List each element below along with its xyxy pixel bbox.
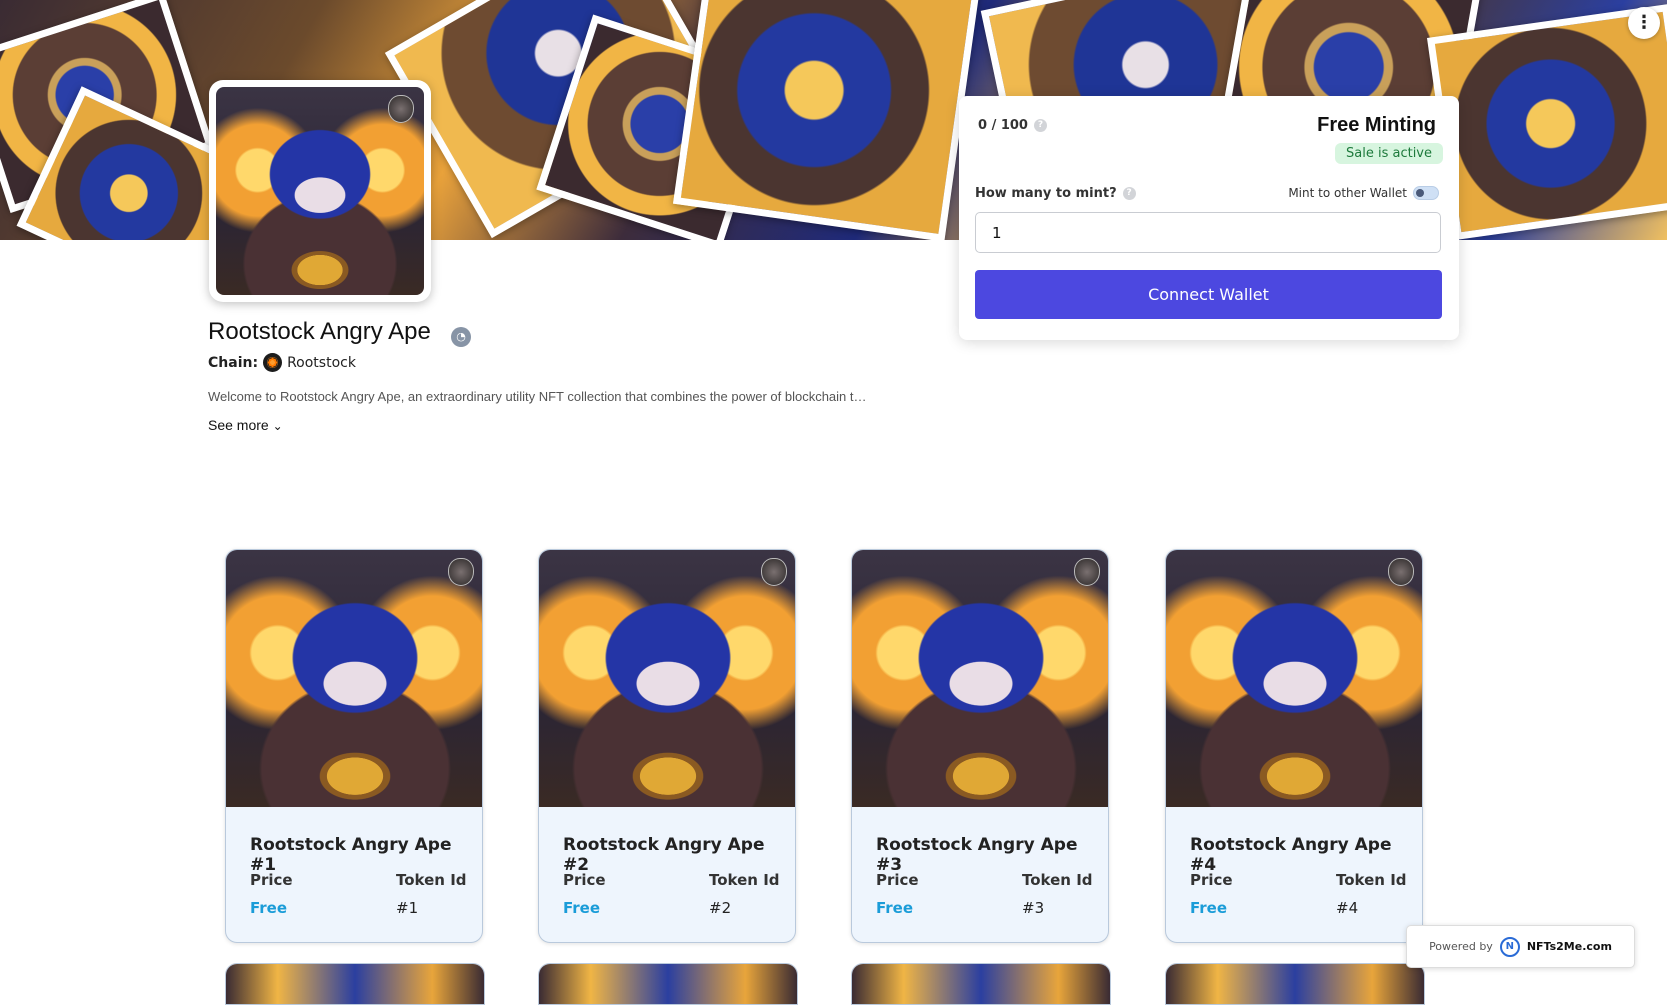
token-id-value: #1: [396, 899, 419, 917]
token-id-value: #4: [1336, 899, 1359, 917]
shield-badge-icon: [1074, 558, 1100, 586]
help-icon[interactable]: ?: [1122, 187, 1136, 200]
nft-image: [226, 964, 484, 1004]
token-id-label: Token Id: [1022, 871, 1093, 889]
rootstock-icon: [263, 353, 283, 372]
other-wallet-toggle[interactable]: [1413, 186, 1439, 200]
mint-to-other-wallet: Mint to other Wallet: [1288, 186, 1439, 200]
chevron-down-icon: ⌄: [272, 419, 283, 433]
quantity-input[interactable]: [975, 212, 1441, 253]
powered-by-badge[interactable]: Powered by N NFTs2Me.com: [1406, 925, 1635, 968]
connect-wallet-button[interactable]: Connect Wallet: [975, 270, 1442, 319]
nft-image: [226, 550, 482, 807]
nft-image: [1166, 964, 1424, 1004]
nft-card[interactable]: Rootstock Angry Ape #2 Price Token Id Fr…: [538, 549, 796, 943]
mint-panel: 0 / 100? Free Minting Sale is active How…: [959, 96, 1459, 340]
price-label: Price: [876, 871, 919, 889]
nft-card[interactable]: [1165, 963, 1425, 1005]
verified-stats-icon[interactable]: ◔: [451, 327, 471, 347]
shield-badge-icon: [388, 95, 414, 123]
price-label: Price: [1190, 871, 1233, 889]
see-more-link[interactable]: See more ⌄: [208, 417, 283, 433]
price-label: Price: [563, 871, 606, 889]
collection-description: Welcome to Rootstock Angry Ape, an extra…: [208, 389, 867, 404]
token-id-value: #2: [709, 899, 732, 917]
nft-card[interactable]: [538, 963, 798, 1005]
nft-card[interactable]: Rootstock Angry Ape #1 Price Token Id Fr…: [225, 549, 483, 943]
help-icon[interactable]: ?: [1033, 119, 1047, 132]
chain-label: Chain:: [208, 354, 259, 371]
shield-badge-icon: [761, 558, 787, 586]
price-value: Free: [876, 899, 914, 917]
price-value: Free: [250, 899, 288, 917]
chain-info: Chain: Rootstock: [208, 353, 356, 372]
token-id-label: Token Id: [1336, 871, 1407, 889]
nft-image: [539, 964, 797, 1004]
token-id-label: Token Id: [396, 871, 467, 889]
nft-name: Rootstock Angry Ape #4: [1190, 835, 1392, 875]
collection-avatar: [209, 80, 431, 302]
avatar-image: [216, 87, 424, 295]
nft-card[interactable]: Rootstock Angry Ape #3 Price Token Id Fr…: [851, 549, 1109, 943]
sale-status-badge: Sale is active: [1335, 143, 1443, 164]
chain-name: Rootstock: [287, 354, 356, 371]
supply-value: 0 / 100: [978, 118, 1028, 133]
more-vertical-icon: ⋮: [1635, 12, 1653, 33]
nft-card[interactable]: Rootstock Angry Ape #4 Price Token Id Fr…: [1165, 549, 1423, 943]
nft-card[interactable]: [851, 963, 1111, 1005]
mint-type-title: Free Minting: [1317, 114, 1436, 136]
token-id-value: #3: [1022, 899, 1045, 917]
other-wallet-label: Mint to other Wallet: [1288, 186, 1407, 200]
nft-name: Rootstock Angry Ape #2: [563, 835, 765, 875]
price-value: Free: [563, 899, 601, 917]
brand-name: NFTs2Me.com: [1526, 940, 1612, 953]
collection-title: Rootstock Angry Ape: [208, 318, 431, 345]
nft-name: Rootstock Angry Ape #3: [876, 835, 1078, 875]
supply-counter: 0 / 100?: [978, 118, 1047, 133]
nft-image: [852, 964, 1110, 1004]
nft-card[interactable]: [225, 963, 485, 1005]
nft-image: [1166, 550, 1422, 807]
price-value: Free: [1190, 899, 1228, 917]
token-id-label: Token Id: [709, 871, 780, 889]
shield-badge-icon: [448, 558, 474, 586]
nft-name: Rootstock Angry Ape #1: [250, 835, 452, 875]
shield-badge-icon: [1388, 558, 1414, 586]
more-menu-button[interactable]: ⋮: [1628, 7, 1660, 39]
price-label: Price: [250, 871, 293, 889]
quantity-label-text: How many to mint?: [975, 186, 1117, 201]
see-more-label: See more: [208, 417, 269, 433]
nft-image: [852, 550, 1108, 807]
quantity-label: How many to mint??: [975, 186, 1136, 201]
nfts2me-logo-icon: N: [1499, 936, 1520, 957]
powered-by-label: Powered by: [1429, 940, 1493, 953]
nft-image: [539, 550, 795, 807]
